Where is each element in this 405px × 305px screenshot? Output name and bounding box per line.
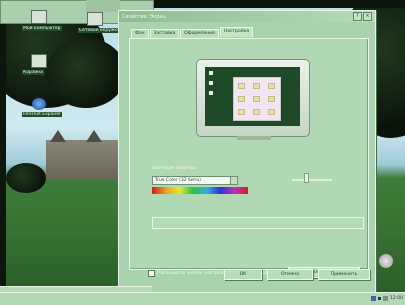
help-button[interactable]: ?: [353, 12, 362, 21]
preview-desktop-icon: [209, 81, 213, 85]
ie-glyph-icon: [32, 98, 46, 110]
preview-swatch: [268, 96, 275, 102]
monitor-stand: [237, 136, 271, 140]
display-tray-icon[interactable]: [383, 296, 389, 301]
computer-glyph-icon: [31, 10, 47, 24]
system-tray: 12:00: [371, 294, 403, 303]
screen-area-slider-track[interactable]: [292, 179, 332, 181]
monitor-screen: [205, 67, 300, 126]
desktop-icon-label: Мой компьютер: [22, 26, 62, 31]
color-palette-label: Цветовая палитра: [152, 166, 196, 171]
preview-swatch: [253, 83, 260, 89]
preview-window: [233, 77, 281, 121]
monitor-preview: [196, 59, 310, 140]
close-button[interactable]: ×: [363, 12, 372, 21]
taskbar-icon-checkbox[interactable]: [148, 270, 155, 277]
desktop-icon-label: Корзина: [22, 70, 44, 75]
preview-swatch: [238, 83, 245, 89]
color-palette-select[interactable]: True Color (32 бита): [152, 176, 238, 185]
cancel-button[interactable]: Отмена: [267, 269, 313, 280]
desktop-icon-label: Internet Explorer: [22, 112, 63, 117]
display-properties-dialog[interactable]: Свойства: Экран ? × Фон Заставка Оформле…: [118, 10, 376, 294]
screen-area-box: [152, 217, 364, 229]
tree-left-2: [46, 38, 126, 108]
desktop-right-strip: [374, 8, 405, 292]
color-palette-value: True Color (32 бита): [155, 178, 201, 183]
clock[interactable]: 12:00: [390, 296, 403, 301]
chateau-roof: [50, 130, 66, 142]
trash-glyph-icon: [31, 54, 47, 68]
background-window-title: [86, 0, 120, 12]
recycle-bin-icon[interactable]: Корзина: [22, 54, 56, 75]
network-tray-icon[interactable]: [371, 296, 377, 301]
chevron-down-icon[interactable]: [230, 177, 237, 184]
preview-swatch: [253, 96, 260, 102]
network-icon[interactable]: Сетевое окружение: [78, 12, 128, 33]
dialog-title: Свойства: Экран: [122, 13, 166, 20]
internet-explorer-icon[interactable]: Internet Explorer: [22, 98, 63, 117]
ok-button[interactable]: ОК: [224, 269, 262, 280]
preview-desktop-icon: [209, 71, 213, 75]
desktop-right-icon[interactable]: [379, 254, 393, 268]
preview-swatch: [268, 109, 275, 115]
preview-swatch: [253, 109, 260, 115]
network-glyph-icon: [87, 12, 103, 26]
apply-button[interactable]: Применить: [318, 269, 370, 280]
my-computer-icon[interactable]: Мой компьютер: [22, 10, 62, 31]
preview-swatch: [238, 96, 245, 102]
hedge-left: [6, 163, 46, 193]
taskbar: 12:00: [0, 292, 405, 305]
settings-panel: Цветовая палитра True Color (32 бита) По…: [129, 38, 369, 278]
preview-swatch: [268, 83, 275, 89]
preview-swatch: [238, 109, 245, 115]
preview-desktop-icon: [209, 91, 213, 95]
volume-tray-icon[interactable]: [378, 297, 382, 300]
screen-area-slider-thumb[interactable]: [304, 173, 309, 183]
color-spectrum-bar: [152, 187, 248, 194]
chateau-roof: [86, 130, 102, 142]
tab-settings[interactable]: Настройка: [219, 27, 254, 37]
dialog-titlebar[interactable]: Свойства: Экран ? ×: [119, 11, 375, 22]
